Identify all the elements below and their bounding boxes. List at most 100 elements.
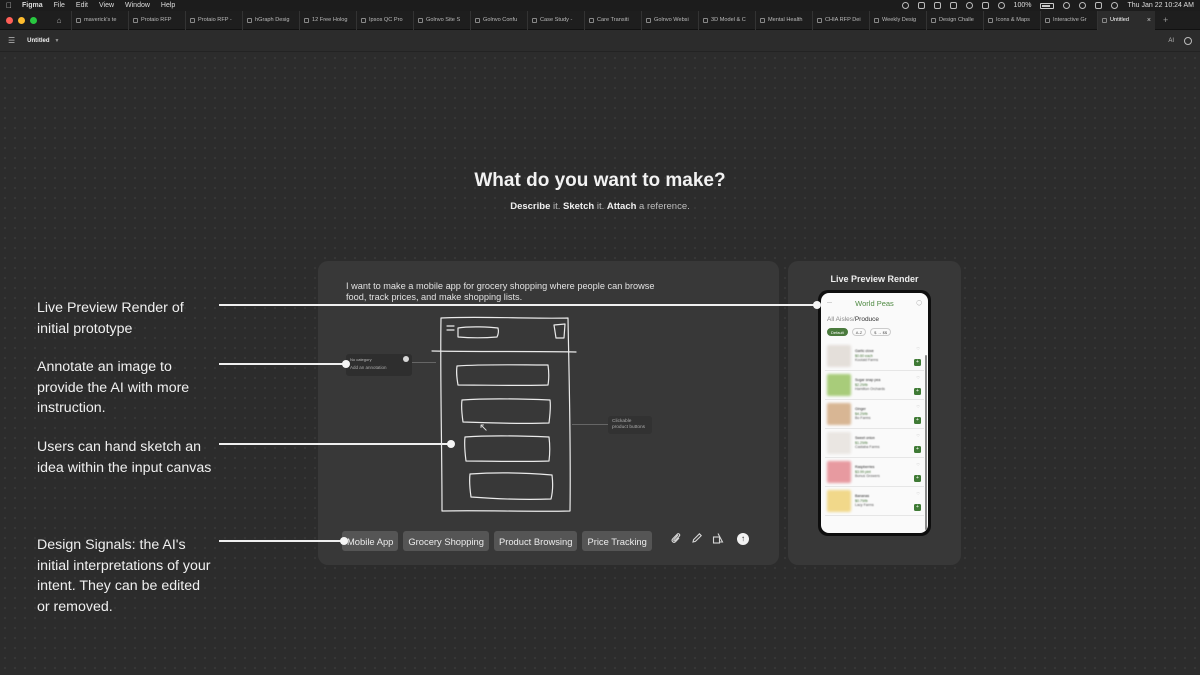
tab[interactable]: Golnvo Confu <box>470 10 527 30</box>
hand-sketch[interactable] <box>430 315 580 515</box>
ai-button[interactable]: AI <box>1168 38 1174 44</box>
search-icon[interactable] <box>1079 2 1087 9</box>
product-row[interactable]: Sweet onion $1.29/lb Castaba Farms ♡ + <box>825 429 924 458</box>
tab[interactable]: hGraph Desig <box>242 10 299 30</box>
annotation-category-dropdown[interactable]: No category <box>350 357 408 362</box>
status-icon[interactable] <box>917 2 925 9</box>
add-to-cart-button[interactable]: + <box>914 359 921 366</box>
sketch-annotation-label[interactable]: Clickable product buttons <box>608 416 652 434</box>
product-row[interactable]: Bananas $0.79/lb Lacy Farms ♡ + <box>825 487 924 516</box>
minimize-window-button[interactable] <box>18 16 25 24</box>
menu-file[interactable]: File <box>54 2 65 9</box>
filter-chip[interactable]: Default <box>827 328 848 336</box>
product-thumbnail <box>827 461 851 483</box>
add-to-cart-button[interactable]: + <box>914 417 921 424</box>
annotation-close-icon[interactable] <box>403 356 409 362</box>
menu-window[interactable]: Window <box>125 2 150 9</box>
close-window-button[interactable] <box>6 16 13 24</box>
tab[interactable]: 12 Free Holog <box>299 10 356 30</box>
add-to-cart-button[interactable]: + <box>914 475 921 482</box>
add-to-cart-button[interactable]: + <box>914 446 921 453</box>
back-icon[interactable]: — <box>827 300 832 306</box>
product-row[interactable]: Ginger $4.29/lb Bo Farms ♡ + <box>825 400 924 429</box>
heart-icon[interactable]: ♡ <box>916 462 920 467</box>
menu-app-name[interactable]: Figma <box>22 2 43 9</box>
fullscreen-window-button[interactable] <box>30 16 37 24</box>
status-icon[interactable] <box>933 2 941 9</box>
filter-chip[interactable]: $ → $$ <box>870 328 892 336</box>
file-icon <box>304 17 309 23</box>
tab[interactable]: CHIA RFP Dei <box>812 10 869 30</box>
product-row[interactable]: Sugar snap pea $2.29/lb Hamilton Orchards … <box>825 371 924 400</box>
heart-icon[interactable]: ♡ <box>916 491 920 496</box>
battery-icon[interactable] <box>1040 2 1055 9</box>
file-icon <box>703 17 708 23</box>
send-button[interactable]: ↑ <box>737 533 749 545</box>
menu-edit[interactable]: Edit <box>76 2 88 9</box>
tab[interactable]: 3D Model & C <box>698 10 755 30</box>
moon-icon[interactable] <box>965 2 973 9</box>
signal-chip[interactable]: Grocery Shopping <box>403 531 489 551</box>
scrollbar[interactable] <box>925 355 927 530</box>
tab[interactable]: Icons & Maps <box>983 10 1040 30</box>
menubar-clock[interactable]: Thu Jan 22 10:24 AM <box>1127 2 1194 9</box>
annotation-input[interactable]: Add an annotation <box>350 365 408 370</box>
tab[interactable]: Weekly Desig <box>869 10 926 30</box>
product-row[interactable]: Raspberries $3.99 pint Bonus Growers ♡ + <box>825 458 924 487</box>
tab[interactable]: Golnvo Site S <box>413 10 470 30</box>
tab[interactable]: Golnvo Websi <box>641 10 698 30</box>
play-icon[interactable] <box>997 2 1005 9</box>
tab[interactable]: Interactive Gr <box>1040 10 1097 30</box>
subtitle-text: it. <box>594 201 607 212</box>
control-center-icon[interactable] <box>1095 2 1103 9</box>
siri-icon[interactable] <box>1111 2 1119 9</box>
product-farm: Bonus Growers <box>855 474 880 479</box>
main-menu-icon[interactable]: ☰ <box>8 36 15 45</box>
cart-icon[interactable]: ◯ <box>916 300 922 306</box>
add-to-cart-button[interactable]: + <box>914 504 921 511</box>
tab[interactable]: Mental Health <box>755 10 812 30</box>
prompt-text[interactable]: I want to make a mobile app for grocery … <box>346 281 676 303</box>
sketch-divider <box>431 350 577 353</box>
gear-icon[interactable] <box>1184 36 1192 45</box>
tab[interactable]: Ipsos QC Pro <box>356 10 413 30</box>
product-info: Sugar snap pea $2.29/lb Hamilton Orchards <box>855 378 885 392</box>
paperclip-icon[interactable] <box>670 532 682 544</box>
tab[interactable]: Protaio RFP <box>128 10 185 30</box>
wifi-icon[interactable] <box>1063 2 1071 9</box>
tab[interactable]: Case Study - <box>527 10 584 30</box>
filter-chip[interactable]: A-Z <box>851 328 867 336</box>
new-tab-button[interactable]: + <box>1163 15 1168 25</box>
tab[interactable]: Protaio RFP - <box>185 10 242 30</box>
signal-chip[interactable]: Price Tracking <box>582 531 652 551</box>
file-icon <box>532 17 537 23</box>
heart-icon[interactable]: ♡ <box>916 346 920 351</box>
add-to-cart-button[interactable]: + <box>914 388 921 395</box>
status-icon[interactable] <box>901 2 909 9</box>
heart-icon[interactable]: ♡ <box>916 433 920 438</box>
tab-active[interactable]: Untitled × <box>1097 10 1155 30</box>
home-icon[interactable]: ⌂ <box>51 16 67 25</box>
status-icon[interactable] <box>949 2 957 9</box>
menu-view[interactable]: View <box>99 2 114 9</box>
tab[interactable]: maverick's te <box>71 10 128 30</box>
menu-help[interactable]: Help <box>161 2 175 9</box>
tab[interactable]: Design Challe <box>926 10 983 30</box>
tab[interactable]: Care Transiti <box>584 10 641 30</box>
heart-icon[interactable]: ♡ <box>916 375 920 380</box>
signal-chip[interactable]: Mobile App <box>342 531 399 551</box>
heart-icon[interactable]: ♡ <box>916 404 920 409</box>
product-row[interactable]: Garlic clove $0.60 each Koolaid Farms ♡ + <box>825 342 924 371</box>
design-signals: Mobile App Grocery Shopping Product Brow… <box>342 531 652 551</box>
close-tab-icon[interactable]: × <box>1147 17 1151 24</box>
pencil-icon[interactable] <box>691 532 703 544</box>
signal-chip[interactable]: Product Browsing <box>493 531 578 551</box>
apple-icon[interactable]:  <box>6 1 16 10</box>
chevron-down-icon[interactable]: ▼ <box>55 38 60 44</box>
file-name[interactable]: Untitled <box>27 38 49 44</box>
status-icon[interactable] <box>981 2 989 9</box>
tab-label: Golnvo Websi <box>654 17 689 23</box>
phone-preview[interactable]: — World Peas ◯ All Aisles/Produce Defaul… <box>818 290 931 536</box>
shapes-icon[interactable] <box>712 532 724 544</box>
breadcrumb-current: Produce <box>854 316 880 323</box>
